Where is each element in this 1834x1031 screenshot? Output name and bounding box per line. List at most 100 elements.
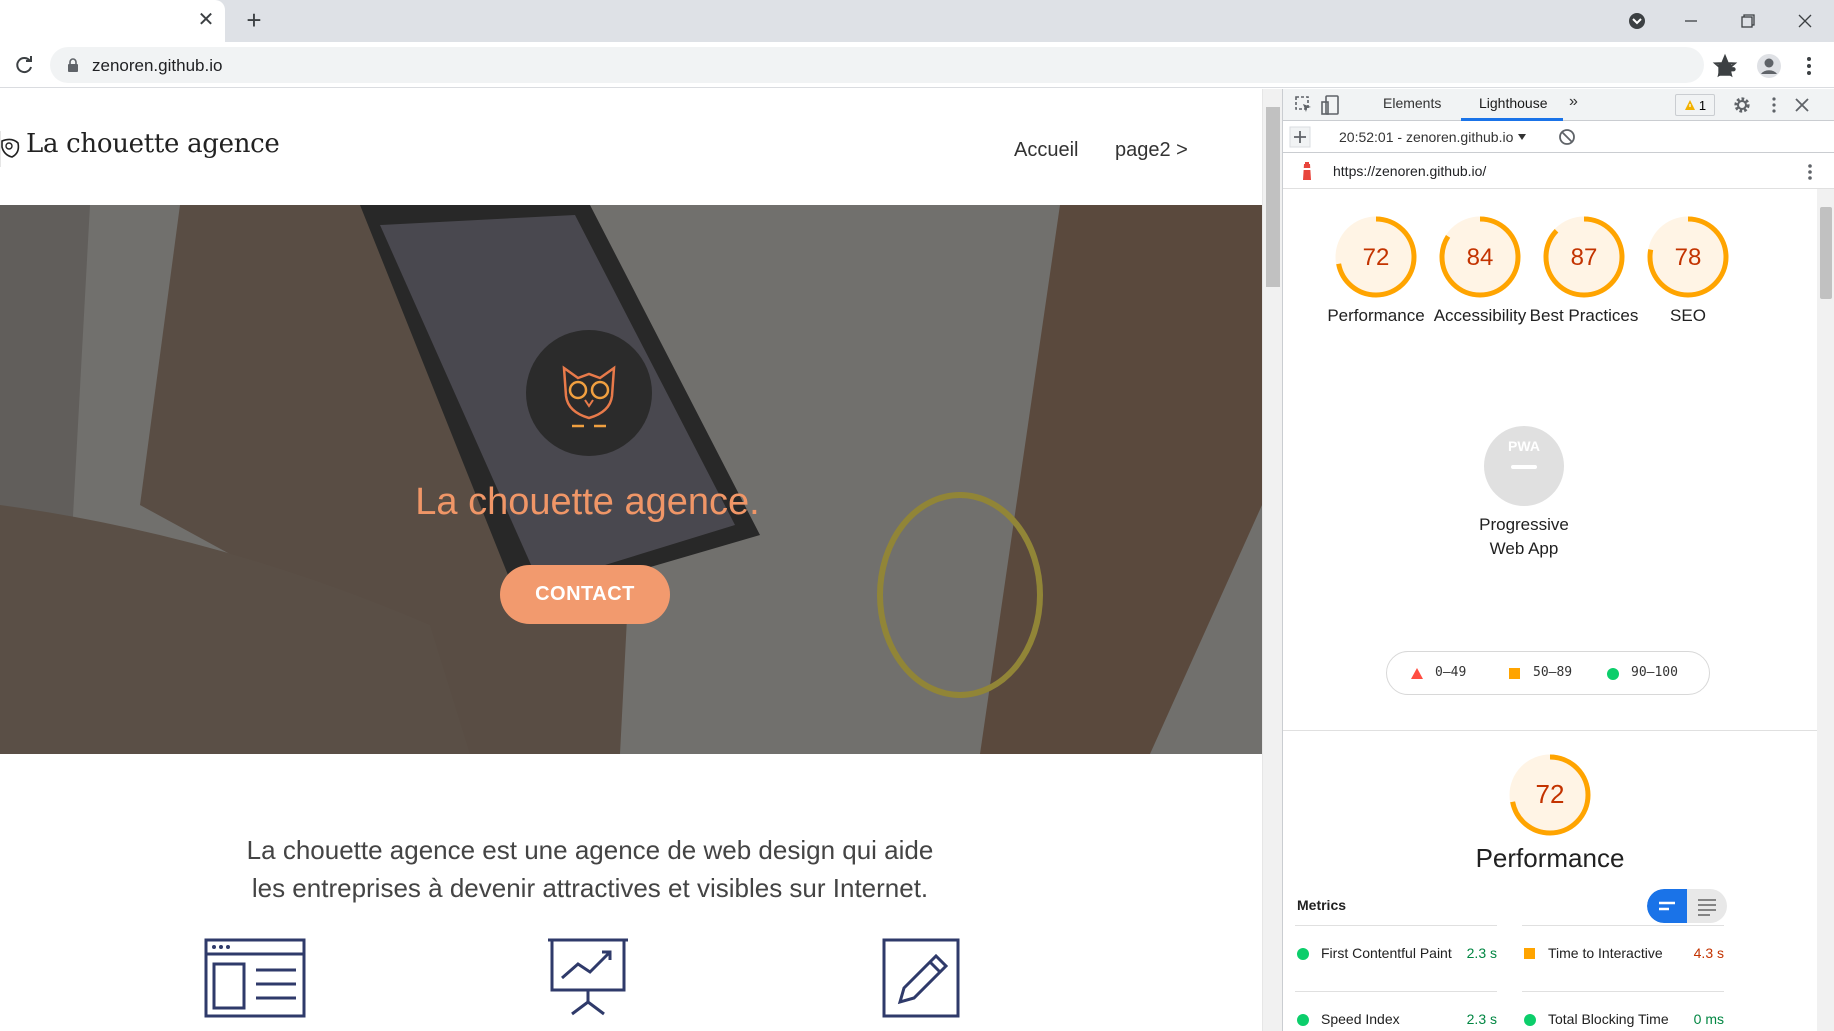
devtools-tab-bar: Elements Lighthouse » 1 [1283,89,1834,121]
intro-line-2: les entreprises à devenir attractives et… [251,873,929,903]
gauge-performance-large[interactable]: 72 [1495,752,1605,838]
pass-dot-icon [1524,1014,1536,1026]
owl-logo-icon[interactable] [0,129,22,169]
settings-gear-icon[interactable] [1731,94,1753,116]
tab-strip: ✕ + [0,0,1834,42]
section-divider [1283,730,1817,731]
more-tabs-button[interactable]: » [1569,93,1578,111]
reload-icon[interactable] [12,53,36,77]
minimize-icon[interactable] [1676,8,1706,34]
metric-value: 4.3 s [1693,945,1724,961]
pwa-badge-icon: PWA [1484,426,1564,506]
compact-view-button[interactable] [1647,889,1687,923]
nav-link-accueil[interactable]: Accueil [1014,139,1078,162]
gauge-pwa[interactable]: PWA Progressive Web App [1469,423,1579,561]
clear-reports-icon[interactable] [1556,126,1578,148]
warning-count: 1 [1698,97,1707,113]
close-tab-icon[interactable]: ✕ [196,10,216,30]
expanded-view-icon[interactable] [1687,889,1727,923]
metric-value: 2.3 s [1466,1011,1497,1027]
extensions-icon[interactable] [1714,53,1740,79]
gauge-label: SEO [1670,306,1706,325]
gauge-performance[interactable]: 72 Performance [1321,214,1431,328]
gauge-score: 84 [1467,244,1494,271]
report-select-dropdown[interactable]: 20:52:01 - zenoren.github.io [1339,129,1527,145]
gauge-score: 78 [1675,244,1702,271]
new-report-plus-icon[interactable] [1289,126,1311,148]
gauge-label: Performance [1327,306,1425,325]
tab-elements[interactable]: Elements [1383,95,1441,111]
nav-link-page2[interactable]: page2 > [1115,139,1188,162]
metric-name: Speed Index [1321,1011,1400,1027]
site-logo-text[interactable]: La chouette agence [26,129,280,159]
metrics-heading: Metrics [1297,897,1347,913]
close-devtools-icon[interactable] [1791,94,1813,116]
chrome-menu-icon[interactable] [1796,53,1822,79]
devtools-scrollbar[interactable] [1817,189,1834,1031]
lighthouse-report: 72 Performance 84 Accessibility 87 Best [1283,189,1817,1031]
report-select-text: 20:52:01 - zenoren.github.io [1339,129,1514,145]
device-toolbar-icon[interactable] [1319,94,1341,116]
gauge-best-practices[interactable]: 87 Best Practices [1529,214,1639,328]
page-scrollbar[interactable] [1262,89,1282,1031]
report-menu-icon[interactable] [1803,161,1817,183]
metric-first-contentful-paint[interactable]: First Contentful Paint 2.3 s [1295,925,1497,989]
gauge-seo[interactable]: 78 SEO [1633,214,1743,328]
new-tab-button[interactable]: + [240,7,268,35]
close-window-icon[interactable] [1790,8,1820,34]
devtools-scrollbar-thumb[interactable] [1820,207,1832,299]
tab-lighthouse[interactable]: Lighthouse [1479,95,1548,111]
score-scale-legend: 0–49 50–89 90–100 [1386,651,1710,695]
web-design-icon [204,938,306,1018]
hero-background-image [0,205,1262,754]
gauge-ring: 72 [1509,754,1591,836]
average-square-icon [1509,668,1520,679]
metric-total-blocking-time[interactable]: Total Blocking Time 0 ms [1522,991,1724,1031]
legend-average: 50–89 [1533,665,1573,680]
page-scrollbar-thumb[interactable] [1266,107,1280,287]
metric-value: 2.3 s [1466,945,1497,961]
inspect-element-icon[interactable] [1293,94,1315,116]
restore-icon[interactable] [1733,8,1763,34]
report-url-bar: https://zenoren.github.io/ [1283,153,1834,189]
tab-search-icon[interactable] [1622,8,1652,34]
devtools-panel: Elements Lighthouse » 1 20:52:01 - zenor… [1282,89,1834,1031]
gauge-score: 72 [1363,244,1390,271]
dropdown-arrow-icon [1518,134,1527,140]
lock-icon[interactable] [66,58,80,72]
intro-line-1: La chouette agence est une agence de web… [246,835,934,865]
hero-section: La chouette agence. CONTACT [0,205,1262,754]
warning-icon [1684,100,1695,110]
metric-name: Time to Interactive [1548,945,1663,961]
metric-name: Total Blocking Time [1548,1011,1669,1027]
url-text[interactable]: zenoren.github.io [92,56,222,76]
pass-dot-icon [1297,948,1309,960]
pass-circle-icon [1607,668,1619,680]
gauge-ring: 84 [1439,216,1521,298]
contact-button[interactable]: CONTACT [500,565,670,624]
metrics-view-toggle[interactable] [1647,889,1727,923]
site-header: La chouette agence Accueil page2 > [0,89,1262,205]
gauge-label: Accessibility [1433,306,1527,325]
gauge-ring: 78 [1647,216,1729,298]
gauge-score: 87 [1571,244,1598,271]
pwa-label-line-1: Progressive [1479,515,1569,534]
address-bar[interactable]: zenoren.github.io [50,47,1738,83]
warning-badge[interactable]: 1 [1675,94,1715,116]
gauge-score: 72 [1536,779,1565,809]
legend-fail: 0–49 [1435,665,1467,680]
pwa-label-line-2: Web App [1489,539,1559,558]
gauge-accessibility[interactable]: 84 Accessibility [1425,214,1535,328]
browser-tab[interactable]: ✕ [0,0,225,42]
profile-avatar-icon[interactable] [1756,53,1782,79]
pencil-edit-icon [882,938,960,1018]
metric-speed-index[interactable]: Speed Index 2.3 s [1295,991,1497,1031]
report-url[interactable]: https://zenoren.github.io/ [1333,163,1486,179]
pass-dot-icon [1297,1014,1309,1026]
hero-title: La chouette agence. [415,481,760,523]
gauge-ring: 87 [1543,216,1625,298]
devtools-menu-icon[interactable] [1763,94,1785,116]
gauge-label: Best Practices [1529,306,1639,325]
browser-toolbar: zenoren.github.io [0,42,1834,88]
metric-time-to-interactive[interactable]: Time to Interactive 4.3 s [1522,925,1724,989]
